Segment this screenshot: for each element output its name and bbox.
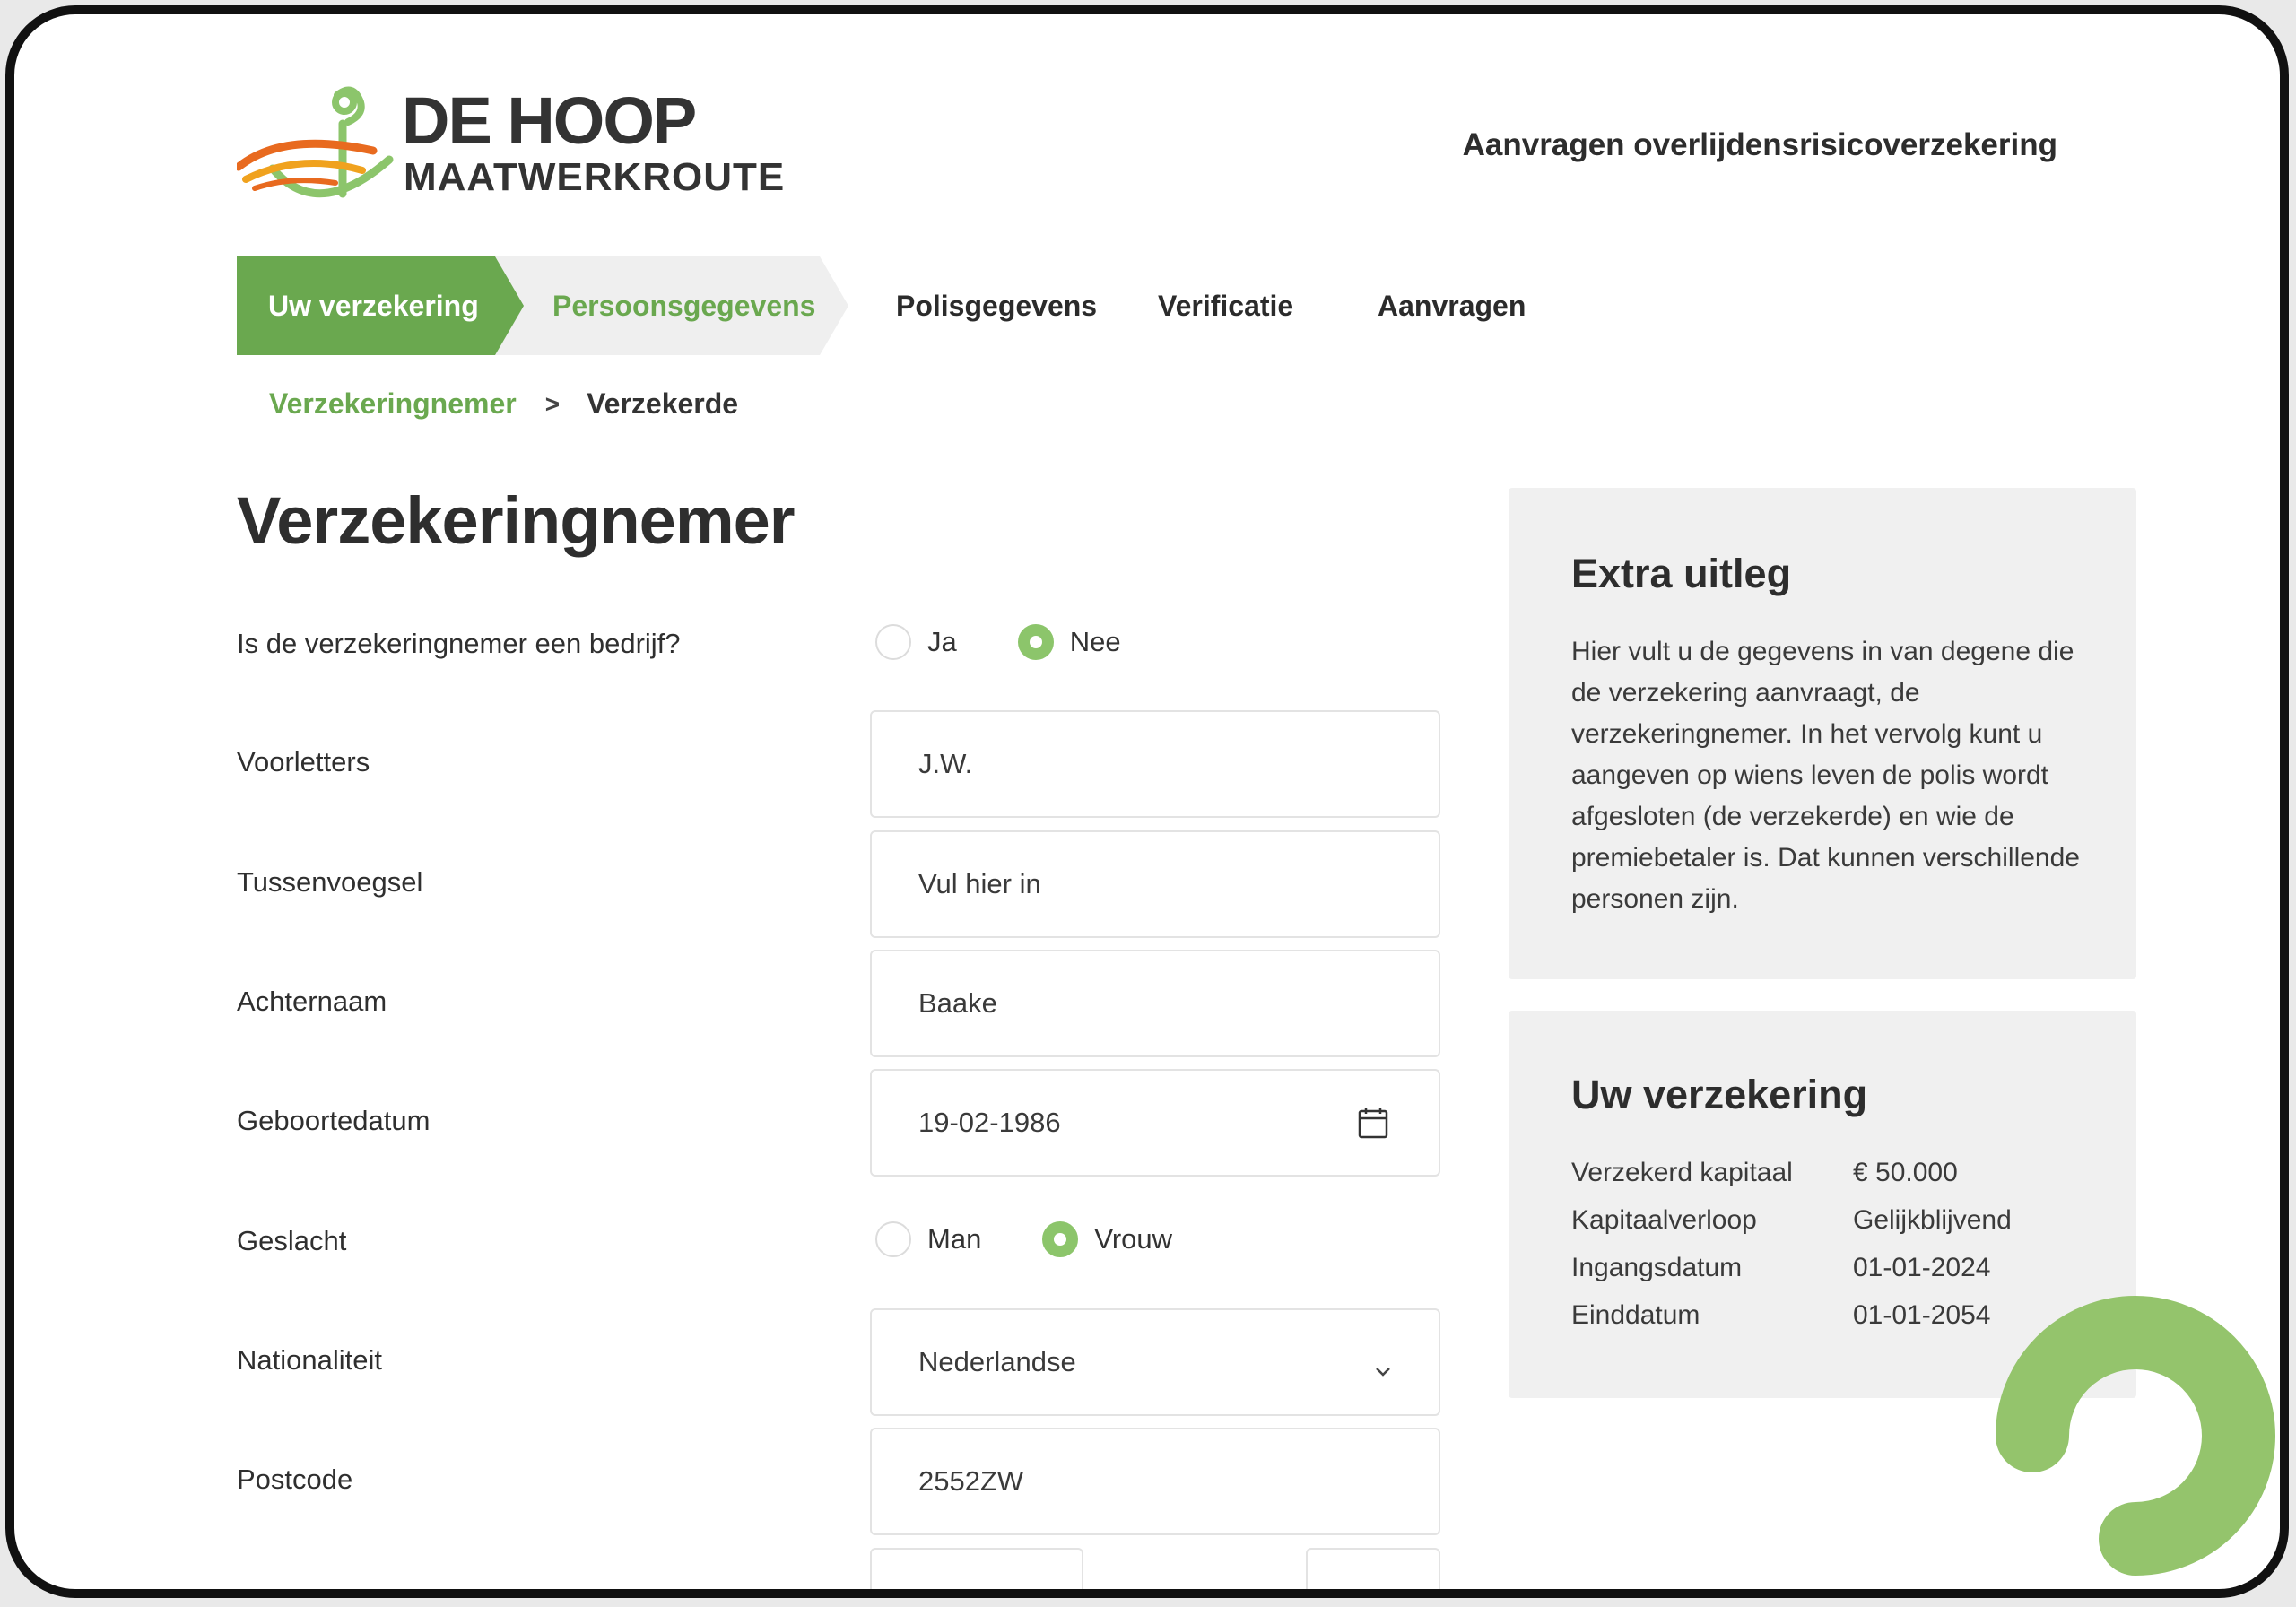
radio-label-man[interactable]: Man [927, 1223, 981, 1255]
header-title: Aanvragen overlijdensrisicoverzekering [1462, 127, 2057, 162]
birthdate-label: Geboortedatum [237, 1105, 430, 1136]
chevron-right-icon: > [544, 389, 561, 418]
radio-label-vrouw[interactable]: Vrouw [1094, 1223, 1172, 1255]
addition-label: Toevoeging [1138, 1584, 1281, 1589]
breadcrumb-link-verzekeringnemer[interactable]: Verzekeringnemer [269, 387, 517, 421]
step-polisgegevens[interactable]: Polisgegevens [896, 256, 1097, 355]
step-persoonsgegevens[interactable]: Persoonsgegevens [490, 256, 848, 355]
addition-input[interactable] [1306, 1548, 1440, 1589]
summary-row: Verzekerd kapitaal € 50.000 [1571, 1158, 1958, 1188]
nationality-select[interactable]: Nederlandse [870, 1308, 1440, 1416]
housenumber-input[interactable]: Vul hier in [870, 1548, 1083, 1589]
housenumber-label: Huisnummer [237, 1584, 395, 1589]
summary-row: Ingangsdatum 01-01-2024 [1571, 1253, 1990, 1283]
chevron-down-icon [1374, 1353, 1392, 1385]
step-verificatie[interactable]: Verificatie [1158, 256, 1293, 355]
radio-nee[interactable] [1017, 624, 1054, 660]
summary-value: 01-01-2024 [1853, 1253, 1991, 1282]
decorative-arc-icon [1996, 1296, 2275, 1576]
extra-info-title: Extra uitleg [1571, 551, 1792, 596]
breadcrumb-current: Verzekerde [587, 387, 739, 420]
summary-value: Gelijkblijvend [1853, 1205, 2012, 1235]
summary-value: 01-01-2054 [1853, 1300, 1991, 1330]
step-uw-verzekering[interactable]: Uw verzekering [237, 256, 524, 355]
extra-info-panel: Extra uitleg Hier vult u de gegevens in … [1509, 488, 2136, 979]
logo[interactable]: DE HOOP MAATWERKROUTE [237, 79, 811, 213]
logo-text-sub: MAATWERKROUTE [404, 155, 786, 199]
lastname-label: Achternaam [237, 986, 387, 1017]
summary-row: Kapitaalverloop Gelijkblijvend [1571, 1205, 2012, 1236]
infix-label: Tussenvoegsel [237, 866, 423, 898]
postcode-input[interactable]: 2552ZW [870, 1428, 1440, 1535]
summary-row: Einddatum 01-01-2054 [1571, 1300, 1990, 1331]
nationality-value: Nederlandse [918, 1346, 1076, 1377]
radio-man[interactable] [875, 1221, 911, 1257]
step-aanvragen[interactable]: Aanvragen [1378, 256, 1526, 355]
gender-label: Geslacht [237, 1225, 347, 1256]
calendar-icon[interactable] [1358, 1107, 1388, 1146]
radio-vrouw[interactable] [1042, 1221, 1079, 1257]
infix-input[interactable]: Vul hier in [870, 830, 1440, 938]
lastname-input[interactable]: Baake [870, 950, 1440, 1057]
birthdate-input[interactable]: 19-02-1986 [870, 1069, 1440, 1177]
summary-value: € 50.000 [1853, 1158, 1958, 1187]
device-frame: DE HOOP MAATWERKROUTE Aanvragen overlijd… [5, 5, 2289, 1598]
nationality-label: Nationaliteit [237, 1344, 382, 1376]
postcode-label: Postcode [237, 1464, 353, 1495]
initials-input[interactable]: J.W. [870, 710, 1440, 818]
logo-text-main: DE HOOP [402, 83, 697, 158]
breadcrumb: Verzekeringnemer > Verzekerde [269, 387, 738, 421]
radio-ja[interactable] [875, 624, 911, 660]
radio-label-ja[interactable]: Ja [927, 626, 957, 658]
logo-mark-icon [237, 86, 394, 198]
page: DE HOOP MAATWERKROUTE Aanvragen overlijd… [14, 14, 2280, 1589]
summary-key: Einddatum [1571, 1300, 1700, 1330]
initials-label: Voorletters [237, 746, 370, 777]
company-radio-group: Ja Nee [875, 624, 1182, 660]
radio-label-nee[interactable]: Nee [1070, 626, 1121, 658]
insurance-summary-title: Uw verzekering [1571, 1072, 1868, 1117]
summary-key: Ingangsdatum [1571, 1253, 1743, 1282]
extra-info-text: Hier vult u de gegevens in van degene di… [1571, 637, 2080, 914]
company-question-label: Is de verzekeringnemer een bedrijf? [237, 628, 681, 659]
progress-steps: Uw verzekering Persoonsgegevens Polisgeg… [237, 256, 1582, 355]
page-title: Verzekeringnemer [237, 483, 796, 558]
gender-radio-group: Man Vrouw [875, 1221, 1233, 1257]
birthdate-value: 19-02-1986 [918, 1107, 1061, 1138]
summary-key: Verzekerd kapitaal [1571, 1158, 1793, 1187]
summary-key: Kapitaalverloop [1571, 1205, 1757, 1235]
